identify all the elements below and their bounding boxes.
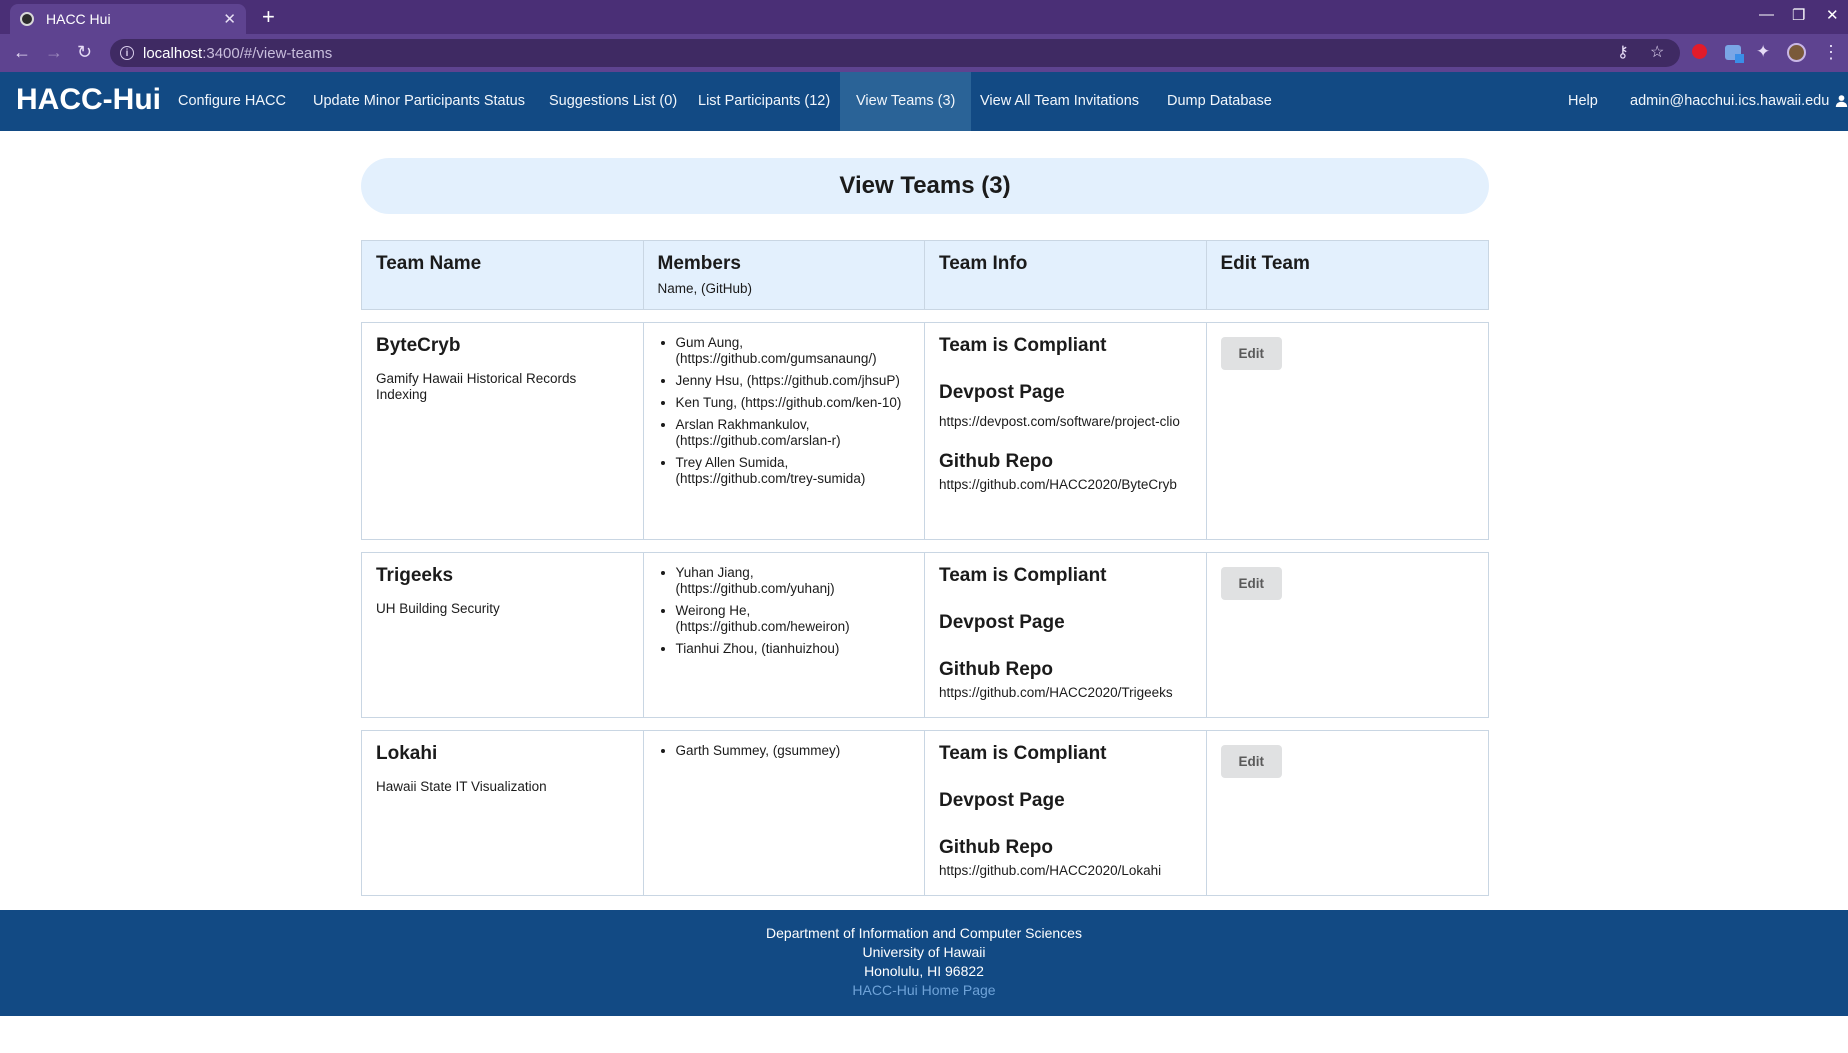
- team-row: Lokahi Hawaii State IT Visualization Gar…: [361, 730, 1489, 896]
- team-info-cell: Team is Compliant Devpost Page Github Re…: [925, 731, 1207, 895]
- team-edit-cell: Edit: [1207, 553, 1489, 717]
- github-url: https://github.com/HACC2020/ByteCryb: [939, 477, 1177, 492]
- profile-avatar[interactable]: [1787, 43, 1806, 62]
- edit-team-button[interactable]: Edit: [1220, 567, 1282, 600]
- team-name: Trigeeks: [376, 565, 454, 586]
- member-item: Jenny Hsu, (https://github.com/jhsuP): [676, 373, 911, 389]
- header-members: Members Name, (GitHub): [644, 241, 925, 309]
- team-members-cell: Gum Aung, (https://github.com/gumsanaung…: [644, 323, 925, 539]
- bookmark-star-icon[interactable]: ☆: [1650, 44, 1664, 62]
- extension-stop-icon[interactable]: [1692, 44, 1707, 59]
- user-email: admin@hacchui.ics.hawaii.edu: [1630, 93, 1830, 109]
- member-item: Gum Aung, (https://github.com/gumsanaung…: [676, 335, 911, 367]
- github-url: https://github.com/HACC2020/Lokahi: [939, 863, 1162, 878]
- team-name-cell: Lokahi Hawaii State IT Visualization: [362, 731, 644, 895]
- reload-icon[interactable]: ↻: [77, 42, 92, 62]
- github-label: Github Repo: [939, 837, 1053, 858]
- member-item: Trey Allen Sumida, (https://github.com/t…: [676, 455, 911, 487]
- extension-translate-icon[interactable]: [1725, 45, 1744, 63]
- team-challenge: Gamify Hawaii Historical Records Indexin…: [376, 371, 577, 402]
- forward-icon[interactable]: →: [45, 42, 63, 62]
- team-row: ByteCryb Gamify Hawaii Historical Record…: [361, 322, 1489, 540]
- devpost-label: Devpost Page: [939, 790, 1065, 811]
- new-tab-icon[interactable]: +: [262, 4, 275, 30]
- nav-suggestions-list[interactable]: Suggestions List (0): [549, 72, 677, 131]
- github-label: Github Repo: [939, 659, 1053, 680]
- footer-address: Honolulu, HI 96822: [864, 963, 984, 979]
- address-bar[interactable]: i localhost:3400/#/view-teams: [110, 39, 1680, 67]
- browser-toolbar: ← → ↻ i localhost:3400/#/view-teams ⚷ ☆: [0, 34, 1848, 72]
- nav-help[interactable]: Help: [1568, 72, 1598, 131]
- team-name: ByteCryb: [376, 335, 461, 356]
- address-url: localhost:3400/#/view-teams: [143, 44, 333, 62]
- member-item: Weirong He, (https://github.com/heweiron…: [676, 603, 911, 635]
- footer: Department of Information and Computer S…: [0, 910, 1848, 1016]
- members-list: Garth Summey, (gsummey): [658, 743, 911, 759]
- nav-view-team-invitations[interactable]: View All Team Invitations: [980, 72, 1139, 131]
- team-row: Trigeeks UH Building Security Yuhan Jian…: [361, 552, 1489, 718]
- nav-update-minor-participants[interactable]: Update Minor Participants Status: [313, 72, 525, 131]
- extensions-puzzle-icon[interactable]: ✦: [1756, 42, 1770, 62]
- page-title: View Teams (3): [361, 158, 1489, 214]
- key-icon[interactable]: ⚷: [1617, 44, 1629, 62]
- footer-home-link[interactable]: HACC-Hui Home Page: [0, 981, 1848, 1000]
- team-challenge: Hawaii State IT Visualization: [376, 779, 547, 794]
- devpost-url: https://devpost.com/software/project-cli…: [939, 414, 1180, 429]
- close-tab-icon[interactable]: ✕: [223, 10, 236, 28]
- nav-list-participants[interactable]: List Participants (12): [698, 72, 830, 131]
- team-name-cell: ByteCryb Gamify Hawaii Historical Record…: [362, 323, 644, 539]
- nav-view-teams[interactable]: View Teams (3): [840, 72, 972, 131]
- browser-tab-title: HACC Hui: [46, 11, 111, 27]
- header-team-name: Team Name: [362, 241, 644, 309]
- window-close-icon[interactable]: ✕: [1826, 6, 1839, 24]
- team-edit-cell: Edit: [1207, 731, 1489, 895]
- nav-dump-database[interactable]: Dump Database: [1167, 72, 1272, 131]
- browser-tab-strip: HACC Hui ✕ + — ❐ ✕: [0, 0, 1848, 34]
- minimize-icon[interactable]: —: [1759, 6, 1774, 23]
- header-team-info: Team Info: [925, 241, 1207, 309]
- nav-user-menu[interactable]: admin@hacchui.ics.hawaii.edu: [1630, 72, 1848, 131]
- team-members-cell: Garth Summey, (gsummey): [644, 731, 925, 895]
- browser-menu-icon[interactable]: ⋮: [1822, 42, 1840, 63]
- member-item: Garth Summey, (gsummey): [676, 743, 911, 759]
- header-edit-team: Edit Team: [1220, 253, 1310, 274]
- compliance-status: Team is Compliant: [939, 565, 1107, 586]
- back-icon[interactable]: ←: [13, 42, 31, 62]
- team-name: Lokahi: [376, 743, 438, 764]
- user-icon: [1836, 95, 1848, 107]
- member-item: Yuhan Jiang, (https://github.com/yuhanj): [676, 565, 911, 597]
- team-info-cell: Team is Compliant Devpost Page Github Re…: [925, 553, 1207, 717]
- edit-team-button[interactable]: Edit: [1220, 337, 1282, 370]
- member-item: Ken Tung, (https://github.com/ken-10): [676, 395, 911, 411]
- nav-configure-hacc[interactable]: Configure HACC: [178, 72, 286, 131]
- app-navbar: HACC-Hui Configure HACC Update Minor Par…: [0, 72, 1848, 131]
- team-members-cell: Yuhan Jiang, (https://github.com/yuhanj)…: [644, 553, 925, 717]
- compliance-status: Team is Compliant: [939, 743, 1107, 764]
- team-name-cell: Trigeeks UH Building Security: [362, 553, 644, 717]
- site-info-icon[interactable]: i: [120, 46, 134, 60]
- devpost-label: Devpost Page: [939, 612, 1065, 633]
- team-challenge: UH Building Security: [376, 601, 500, 616]
- site-favicon-icon: [20, 12, 34, 26]
- footer-university: University of Hawaii: [862, 944, 986, 960]
- devpost-label: Devpost Page: [939, 382, 1065, 403]
- edit-team-button[interactable]: Edit: [1220, 745, 1282, 778]
- browser-tab[interactable]: HACC Hui ✕: [10, 4, 246, 34]
- team-edit-cell: Edit: [1207, 323, 1489, 539]
- teams-table-header: Team Name Members Name, (GitHub) Team In…: [361, 240, 1489, 310]
- brand-logo[interactable]: HACC-Hui: [16, 83, 161, 117]
- members-list: Gum Aung, (https://github.com/gumsanaung…: [658, 335, 911, 487]
- team-info-cell: Team is Compliant Devpost Page https://d…: [925, 323, 1207, 539]
- members-list: Yuhan Jiang, (https://github.com/yuhanj)…: [658, 565, 911, 657]
- restore-icon[interactable]: ❐: [1792, 6, 1805, 24]
- compliance-status: Team is Compliant: [939, 335, 1107, 356]
- github-url: https://github.com/HACC2020/Trigeeks: [939, 685, 1173, 700]
- member-item: Tianhui Zhou, (tianhuizhou): [676, 641, 911, 657]
- footer-department: Department of Information and Computer S…: [766, 925, 1082, 941]
- member-item: Arslan Rakhmankulov, (https://github.com…: [676, 417, 911, 449]
- github-label: Github Repo: [939, 451, 1053, 472]
